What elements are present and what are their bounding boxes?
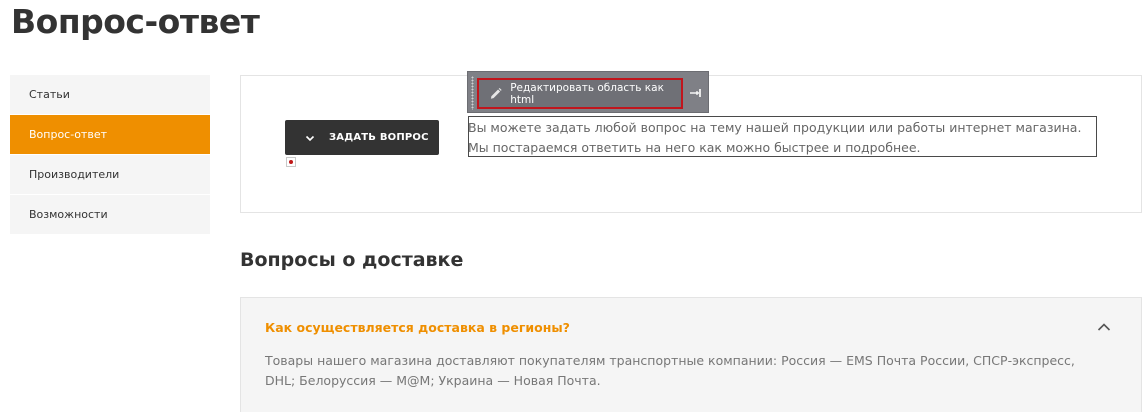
ask-description-line-1: Вы можете задать любой вопрос на тему на… [468,120,1082,135]
pin-icon[interactable] [688,85,704,101]
drag-handle[interactable] [471,76,474,110]
ask-description: Вы можете задать любой вопрос на тему на… [468,118,1081,158]
ask-question-label: ЗАДАТЬ ВОПРОС [329,132,429,143]
pencil-icon [490,87,502,99]
faq-answer: Товары нашего магазина доставляют покупа… [265,353,1075,388]
page-title: Вопрос-ответ [11,2,260,41]
chevron-up-icon[interactable] [1096,320,1112,334]
edit-as-html-button[interactable]: Редактировать область как html [477,78,683,109]
sidebar-item-manufacturers[interactable]: Производители [10,155,210,195]
chevron-down-icon [305,135,315,141]
sidebar-item-faq[interactable]: Вопрос-ответ [10,115,210,155]
ask-description-line-2: Мы постараемся ответить на него как можн… [468,140,921,155]
faq-question[interactable]: Как осуществляется доставка в регионы? [265,319,570,337]
sidebar-menu: Статьи Вопрос-ответ Производители Возмож… [10,75,210,235]
ask-question-button[interactable]: ЗАДАТЬ ВОПРОС [285,120,439,155]
edit-toolbar: Редактировать область как html [467,71,709,113]
edit-as-html-label: Редактировать область как html [510,81,664,106]
sidebar-item-features[interactable]: Возможности [10,195,210,235]
sidebar-item-articles[interactable]: Статьи [10,75,210,115]
red-dot-icon[interactable] [286,157,296,167]
faq-section-title: Вопросы о доставке [240,249,464,271]
